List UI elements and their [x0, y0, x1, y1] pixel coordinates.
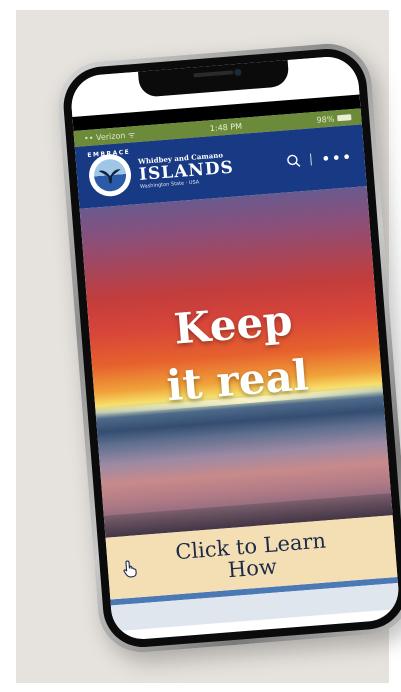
site-logo[interactable]: EMBRACE: [87, 149, 133, 198]
wifi-icon: ᯤ: [127, 129, 136, 140]
battery-indicator: 98%: [316, 113, 352, 124]
brand-name[interactable]: Whidbey and Camano ISLANDS Washington St…: [138, 149, 235, 190]
carrier-label: •• Verizon ᯤ: [83, 129, 136, 143]
signal-icon: ••: [83, 132, 97, 143]
more-icon[interactable]: •••: [320, 147, 353, 168]
speaker-grille: [193, 70, 234, 78]
status-time: 1:48 PM: [209, 121, 243, 133]
whale-tail-icon: [92, 158, 128, 193]
hand-pointer-icon: [123, 560, 137, 578]
header-actions: •••: [285, 147, 353, 171]
front-camera: [234, 68, 242, 77]
phone-screen: •• Verizon ᯤ 1:48 PM 98% EMBRACE Whidbey…: [69, 54, 401, 642]
phone-mockup: •• Verizon ᯤ 1:48 PM 98% EMBRACE Whidbey…: [55, 40, 401, 656]
hero-banner: Keep it real: [79, 186, 393, 538]
logo-badge-text: EMBRACE: [87, 148, 131, 159]
learn-how-label: Click to Learn How: [174, 528, 327, 583]
battery-icon: [337, 114, 352, 122]
hero-title: Keep it real: [87, 286, 383, 420]
header-divider: [309, 153, 312, 166]
page-background: •• Verizon ᯤ 1:48 PM 98% EMBRACE Whidbey…: [16, 10, 401, 683]
search-icon[interactable]: [286, 153, 301, 168]
